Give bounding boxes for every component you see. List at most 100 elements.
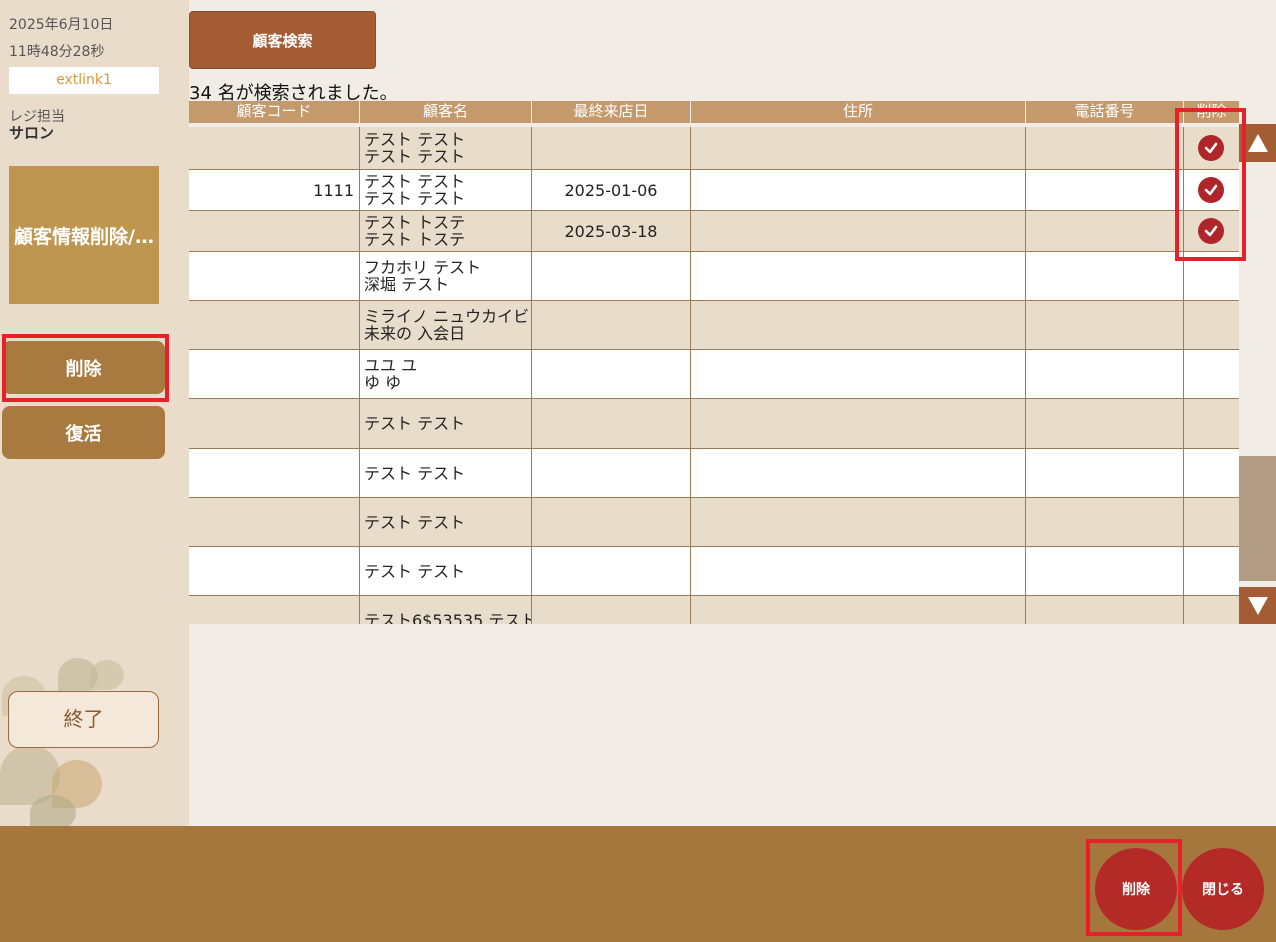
store-name: extlink1 bbox=[9, 67, 159, 94]
cell-customer-code bbox=[189, 399, 360, 448]
cell-customer-code bbox=[189, 596, 360, 624]
cell-address bbox=[691, 399, 1026, 448]
triangle-up-icon bbox=[1247, 134, 1268, 152]
cell-phone bbox=[1026, 301, 1184, 349]
cell-delete[interactable] bbox=[1184, 498, 1239, 546]
customer-name-kana: テスト テスト bbox=[364, 512, 466, 532]
cell-delete[interactable] bbox=[1184, 170, 1239, 210]
cell-address bbox=[691, 301, 1026, 349]
table-row[interactable]: テスト テスト bbox=[189, 399, 1239, 449]
sidebar-restore-button[interactable]: 復活 bbox=[2, 406, 165, 459]
customer-name-kanji: 深堀 テスト bbox=[364, 275, 450, 294]
cell-delete[interactable] bbox=[1184, 399, 1239, 448]
cell-customer-name: テスト トステ テスト トステ bbox=[360, 211, 532, 251]
table-row[interactable]: テスト6$53535 テスト bbox=[189, 596, 1239, 624]
customer-name-kanji: ゆ ゆ bbox=[364, 373, 402, 392]
cell-customer-name: テスト テスト テスト テスト bbox=[360, 170, 532, 210]
cell-phone bbox=[1026, 252, 1184, 300]
cell-address bbox=[691, 170, 1026, 210]
cell-address bbox=[691, 127, 1026, 169]
cell-address bbox=[691, 498, 1026, 546]
customer-name-kana: テスト テスト bbox=[364, 130, 466, 149]
cell-delete[interactable] bbox=[1184, 252, 1239, 300]
table-row[interactable]: 1111 テスト テスト テスト テスト 2025-01-06 bbox=[189, 170, 1239, 211]
cell-delete[interactable] bbox=[1184, 127, 1239, 169]
cell-delete[interactable] bbox=[1184, 301, 1239, 349]
cell-delete[interactable] bbox=[1184, 547, 1239, 595]
customer-name-kanji: テスト トステ bbox=[364, 230, 466, 249]
table-row[interactable]: ミライノ ニュウカイビ 未来の 入会日 bbox=[189, 301, 1239, 350]
cell-customer-name: テスト テスト bbox=[360, 449, 532, 497]
menu-customer-delete-label: 顧客情報削除/… bbox=[14, 225, 154, 248]
table-row[interactable]: テスト テスト テスト テスト bbox=[189, 127, 1239, 170]
cell-address bbox=[691, 596, 1026, 624]
cell-phone bbox=[1026, 127, 1184, 169]
check-circle-icon[interactable] bbox=[1198, 177, 1224, 203]
cell-customer-code bbox=[189, 301, 360, 349]
cell-customer-code bbox=[189, 211, 360, 251]
cell-last-visit bbox=[532, 252, 691, 300]
header-last-visit: 最終来店日 bbox=[532, 101, 691, 123]
customer-code-text: 1111 bbox=[313, 180, 354, 200]
cell-last-visit bbox=[532, 498, 691, 546]
table-row[interactable]: ユユ ユゆ ゆ bbox=[189, 350, 1239, 399]
cell-customer-code bbox=[189, 252, 360, 300]
cell-customer-name: テスト6$53535 テスト bbox=[360, 596, 532, 624]
customer-name-kana: テスト テスト bbox=[364, 414, 466, 433]
cell-phone bbox=[1026, 596, 1184, 624]
scroll-up-button[interactable] bbox=[1239, 124, 1276, 162]
check-circle-icon[interactable] bbox=[1198, 218, 1224, 244]
close-button[interactable]: 閉じる bbox=[1182, 848, 1264, 930]
customer-name-kanji: テスト テスト bbox=[364, 147, 466, 166]
current-date: 2025年6月10日 bbox=[9, 17, 114, 33]
cell-customer-code bbox=[189, 547, 360, 595]
cell-customer-code: 1111 bbox=[189, 170, 360, 210]
footer-bar bbox=[0, 826, 1276, 942]
table-header: 顧客コード 顧客名 最終来店日 住所 電話番号 削除 bbox=[189, 101, 1239, 123]
customer-search-button[interactable]: 顧客検索 bbox=[189, 11, 376, 69]
cell-customer-code bbox=[189, 350, 360, 398]
cell-customer-name: ミライノ ニュウカイビ 未来の 入会日 bbox=[360, 301, 532, 349]
cell-last-visit: 2025-03-18 bbox=[532, 211, 691, 251]
leaf-decoration bbox=[90, 660, 124, 690]
table-row[interactable]: テスト テスト bbox=[189, 498, 1239, 547]
last-visit-text: 2025-03-18 bbox=[564, 221, 658, 241]
cell-phone bbox=[1026, 399, 1184, 448]
cell-last-visit: 2025-01-06 bbox=[532, 170, 691, 210]
customer-name-kana: ユユ ユ bbox=[364, 356, 418, 375]
customer-name-kana: テスト テスト bbox=[364, 172, 466, 191]
cell-last-visit bbox=[532, 127, 691, 169]
cell-last-visit bbox=[532, 596, 691, 624]
table-row[interactable]: テスト テスト bbox=[189, 449, 1239, 498]
customer-name-kanji: 未来の 入会日 bbox=[364, 324, 466, 343]
footer-delete-button[interactable]: 削除 bbox=[1095, 848, 1177, 930]
header-delete: 削除 bbox=[1196, 102, 1227, 120]
customer-name-kana: ミライノ ニュウカイビ bbox=[364, 307, 530, 326]
cell-delete[interactable] bbox=[1184, 596, 1239, 624]
cell-address bbox=[691, 547, 1026, 595]
sidebar-delete-button[interactable]: 削除 bbox=[2, 341, 165, 394]
cell-address bbox=[691, 252, 1026, 300]
scrollbar-thumb[interactable] bbox=[1239, 456, 1276, 581]
table-row[interactable]: テスト トステ テスト トステ 2025-03-18 bbox=[189, 211, 1239, 252]
menu-customer-delete[interactable]: 顧客情報削除/… bbox=[9, 166, 159, 304]
end-button[interactable]: 終了 bbox=[8, 691, 159, 748]
cell-customer-code bbox=[189, 449, 360, 497]
check-circle-icon[interactable] bbox=[1198, 135, 1224, 161]
cell-customer-name: テスト テスト bbox=[360, 498, 532, 546]
customer-name-kana: テスト テスト bbox=[364, 463, 466, 483]
cell-last-visit bbox=[532, 449, 691, 497]
cell-last-visit bbox=[532, 399, 691, 448]
cell-phone bbox=[1026, 449, 1184, 497]
cell-delete[interactable] bbox=[1184, 211, 1239, 251]
current-time: 11時48分28秒 bbox=[9, 44, 105, 60]
cell-customer-name: フカホリ テスト 深堀 テスト bbox=[360, 252, 532, 300]
customer-name-kanji: テスト テスト bbox=[364, 189, 466, 208]
app-root: 2025年6月10日 11時48分28秒 extlink1 レジ担当 サロン 顧… bbox=[0, 0, 1276, 942]
cell-delete[interactable] bbox=[1184, 350, 1239, 398]
table-row[interactable]: テスト テスト bbox=[189, 547, 1239, 596]
scroll-down-button[interactable] bbox=[1239, 587, 1276, 624]
cell-delete[interactable] bbox=[1184, 449, 1239, 497]
table-row[interactable]: フカホリ テスト 深堀 テスト bbox=[189, 252, 1239, 301]
cell-customer-name: テスト テスト bbox=[360, 399, 532, 448]
